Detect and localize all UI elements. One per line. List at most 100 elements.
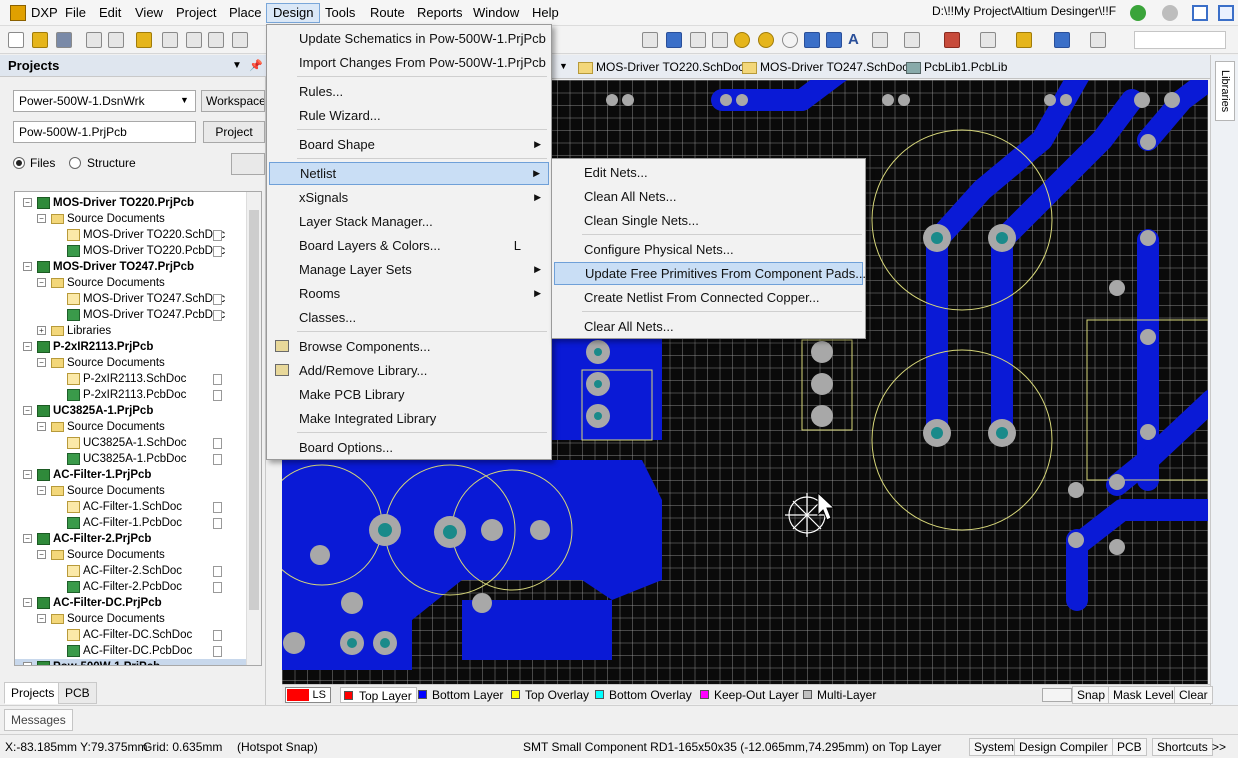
tree-item[interactable]: AC-Filter-DC.SchDoc: [15, 627, 247, 643]
design-menu-item-layer-stack-manager[interactable]: Layer Stack Manager...: [269, 210, 549, 233]
collapse-icon[interactable]: −: [23, 262, 32, 271]
polygon-pour-icon[interactable]: [826, 32, 842, 48]
layer-settings-icon[interactable]: [1042, 688, 1072, 702]
zoom-fit-icon[interactable]: [162, 32, 178, 48]
pin-icon[interactable]: 📌: [249, 59, 263, 72]
dxp-logo-icon[interactable]: [10, 5, 26, 21]
select-icon[interactable]: [904, 32, 920, 48]
collapse-icon[interactable]: −: [37, 358, 46, 367]
design-menu-item-update-schematics-in-pow-500w-1-prjpcb[interactable]: Update Schematics in Pow-500W-1.PrjPcb: [269, 27, 549, 50]
design-menu-item-browse-components[interactable]: Browse Components...: [269, 335, 549, 358]
menu-help[interactable]: Help: [526, 3, 565, 23]
tree-item[interactable]: AC-Filter-DC.PcbDoc: [15, 643, 247, 659]
tree-item[interactable]: − Source Documents: [15, 547, 247, 563]
tab-projects[interactable]: Projects: [4, 682, 62, 704]
collapse-icon[interactable]: −: [23, 406, 32, 415]
filter-icon[interactable]: [232, 32, 248, 48]
component-icon[interactable]: [872, 32, 888, 48]
tree-item[interactable]: − Source Documents: [15, 275, 247, 291]
design-menu-item-netlist[interactable]: Netlist ▶: [269, 162, 549, 185]
layer-tab-bottom-overlay[interactable]: Bottom Overlay: [595, 687, 692, 703]
tabs-dropdown-icon[interactable]: ▼: [559, 61, 568, 71]
tree-item[interactable]: − MOS-Driver TO220.PrjPcb: [15, 195, 247, 211]
pcb-button[interactable]: PCB: [1112, 738, 1147, 756]
tree-item[interactable]: AC-Filter-2.PcbDoc: [15, 579, 247, 595]
netlist-menu-item-update-free-primitives-from-component-pads[interactable]: Update Free Primitives From Component Pa…: [554, 262, 866, 285]
design-menu-item-make-integrated-library[interactable]: Make Integrated Library: [269, 407, 549, 430]
tree-item[interactable]: − AC-Filter-1.PrjPcb: [15, 467, 247, 483]
room-icon[interactable]: [1054, 32, 1070, 48]
shortcuts-button[interactable]: Shortcuts: [1152, 738, 1213, 756]
design-menu-item-board-options[interactable]: Board Options...: [269, 436, 549, 459]
panel-menu-icon[interactable]: ▼: [232, 60, 242, 71]
home-icon[interactable]: [1192, 5, 1208, 21]
design-menu-item-manage-layer-sets[interactable]: Manage Layer Sets ▶: [269, 258, 549, 281]
structure-radio[interactable]: [69, 157, 81, 169]
collapse-icon[interactable]: −: [23, 662, 32, 665]
project-button[interactable]: Project: [203, 121, 265, 143]
grid-icon[interactable]: [1090, 32, 1106, 48]
diff-pair-icon[interactable]: [690, 32, 706, 48]
place-via-icon[interactable]: [758, 32, 774, 48]
clear-button[interactable]: Clear: [1174, 686, 1213, 704]
design-menu-item-classes[interactable]: Classes...: [269, 306, 549, 329]
design-menu-item-make-pcb-library[interactable]: Make PCB Library: [269, 383, 549, 406]
tree-item[interactable]: − AC-Filter-2.PrjPcb: [15, 531, 247, 547]
open-icon[interactable]: [32, 32, 48, 48]
tab-pcblib1[interactable]: PcbLib1.PcbLib: [904, 58, 1007, 78]
menu-dxp[interactable]: DXP: [25, 3, 64, 23]
tree-item[interactable]: UC3825A-1.PcbDoc: [15, 451, 247, 467]
tree-scrollbar[interactable]: [246, 192, 261, 665]
layer-tab-top-layer[interactable]: Top Layer: [340, 687, 417, 703]
menu-view[interactable]: View: [129, 3, 169, 23]
netlist-menu-item-clean-single-nets[interactable]: Clean Single Nets...: [554, 209, 863, 232]
tree-item[interactable]: AC-Filter-1.SchDoc: [15, 499, 247, 515]
upload-icon[interactable]: [1218, 5, 1234, 21]
tab-mos-driver-to247-schdoc[interactable]: MOS-Driver TO247.SchDoc: [740, 58, 908, 78]
back-icon[interactable]: [1130, 5, 1146, 21]
tree-item[interactable]: − AC-Filter-DC.PrjPcb: [15, 595, 247, 611]
design-menu-item-rooms[interactable]: Rooms ▶: [269, 282, 549, 305]
route-multiple-icon[interactable]: [666, 32, 682, 48]
workspace-combo[interactable]: Power-500W-1.DsnWrk: [13, 90, 196, 112]
project-field[interactable]: Pow-500W-1.PrjPcb: [13, 121, 196, 143]
tab-pcb[interactable]: PCB: [58, 682, 97, 704]
move-icon[interactable]: [1016, 32, 1032, 48]
string-icon[interactable]: A: [848, 32, 864, 48]
tree-item[interactable]: − Source Documents: [15, 419, 247, 435]
netlist-menu-item-clean-all-nets[interactable]: Clean All Nets...: [554, 185, 863, 208]
more-button[interactable]: >>: [1212, 740, 1226, 754]
collapse-icon[interactable]: −: [37, 486, 46, 495]
messages-tab[interactable]: Messages: [4, 709, 73, 731]
collapse-icon[interactable]: −: [23, 534, 32, 543]
expand-icon[interactable]: +: [37, 326, 46, 335]
collapse-icon[interactable]: −: [37, 614, 46, 623]
tree-item[interactable]: − P-2xIR2113.PrjPcb: [15, 339, 247, 355]
open-project-icon[interactable]: [136, 32, 152, 48]
collapse-icon[interactable]: −: [23, 342, 32, 351]
tree-item[interactable]: P-2xIR2113.SchDoc: [15, 371, 247, 387]
collapse-icon[interactable]: −: [37, 422, 46, 431]
tree-item[interactable]: P-2xIR2113.PcbDoc: [15, 387, 247, 403]
menu-design[interactable]: Design: [266, 3, 321, 23]
place-pad-icon[interactable]: [734, 32, 750, 48]
design-menu-item-xsignals[interactable]: xSignals ▶: [269, 186, 549, 209]
toolbar-combo[interactable]: [1134, 31, 1226, 49]
collapse-icon[interactable]: −: [37, 214, 46, 223]
tree-item[interactable]: − Source Documents: [15, 211, 247, 227]
forward-icon[interactable]: [1162, 5, 1178, 21]
collapse-icon[interactable]: −: [23, 198, 32, 207]
tree-item[interactable]: − Source Documents: [15, 611, 247, 627]
tree-item[interactable]: AC-Filter-2.SchDoc: [15, 563, 247, 579]
open-folder-button[interactable]: [231, 153, 265, 175]
menu-edit[interactable]: Edit: [93, 3, 127, 23]
menu-window[interactable]: Window: [467, 3, 525, 23]
tree-item[interactable]: − Source Documents: [15, 355, 247, 371]
zoom-area-icon[interactable]: [186, 32, 202, 48]
tree-item[interactable]: AC-Filter-1.PcbDoc: [15, 515, 247, 531]
tree-item[interactable]: + Libraries: [15, 323, 247, 339]
layer-tab-keep-out-layer[interactable]: Keep-Out Layer: [700, 687, 799, 703]
zoom-selected-icon[interactable]: [208, 32, 224, 48]
menu-place[interactable]: Place: [223, 3, 268, 23]
tree-item[interactable]: MOS-Driver TO220.SchDoc: [15, 227, 247, 243]
